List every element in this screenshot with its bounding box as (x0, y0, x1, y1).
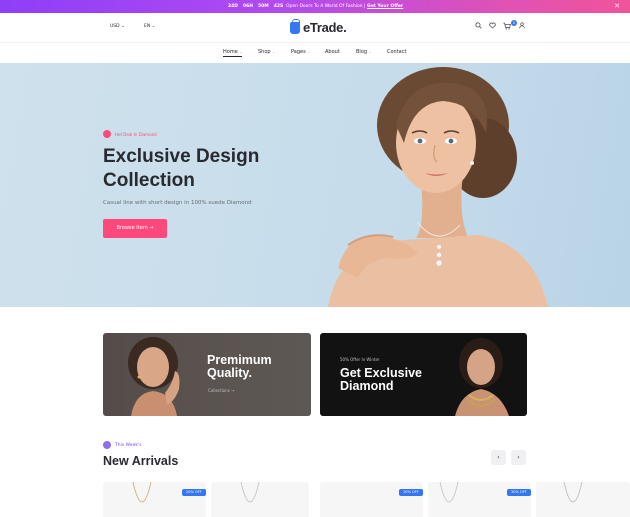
arrivals-title: New Arrivals (103, 454, 179, 468)
prev-arrow-button[interactable]: ‹ (491, 450, 506, 465)
arrivals-kicker: This Week's (103, 441, 142, 449)
chevron-down-icon: ⌄ (368, 50, 372, 54)
close-icon[interactable]: ✕ (614, 2, 620, 10)
countdown-seconds: 42S (273, 4, 284, 9)
shopping-bag-logo-icon (290, 18, 300, 34)
currency-value: USD (110, 24, 120, 29)
browse-item-button[interactable]: Browse Item → (103, 219, 167, 238)
nav-item-label: Shop (258, 49, 271, 55)
logo-text: eTrade. (303, 20, 347, 35)
necklace-image (240, 482, 260, 503)
hero-subtitle: Casual line with short design in 100% su… (103, 200, 252, 206)
card-model-image (455, 338, 509, 416)
currency-select[interactable]: USD ⌄ (110, 24, 125, 29)
countdown-timer: 24D 06H 50M 42S (228, 4, 283, 9)
product-card[interactable]: 30% OFF (428, 482, 531, 517)
user-icon[interactable] (519, 22, 525, 31)
exclusive-diamond-card[interactable]: 50% Offer In Winter Get Exclusive Diamon… (320, 333, 527, 416)
nav-item-label: Home (223, 49, 238, 55)
promo-text: Open Doors To A World Of Fashion (286, 4, 363, 9)
cart-count-badge: 0 (511, 20, 517, 26)
nav-item-pages[interactable]: Pages ⌄ (291, 49, 310, 55)
hero-model-image (328, 67, 548, 307)
search-icon[interactable] (475, 22, 482, 31)
card-title-line1: Get Exclusive (340, 366, 422, 380)
language-value: EN (144, 24, 151, 29)
card-title: Get Exclusive Diamond (340, 367, 422, 393)
promo-bar: 24D 06H 50M 42S Open Doors To A World Of… (0, 0, 630, 13)
necklace-image (563, 482, 583, 503)
hero-kicker: Hot Deal In Diamond (103, 130, 157, 138)
collections-link[interactable]: Collections → (208, 388, 235, 393)
card-title-line1: Premimum (207, 353, 272, 367)
discount-badge: 10% OFF (399, 489, 423, 496)
discount-badge: 30% OFF (507, 489, 531, 496)
hero-title: Exclusive Design Collection (103, 145, 323, 193)
promo-message: Open Doors To A World Of Fashion | Get Y… (286, 4, 403, 9)
countdown-days: 24D (228, 4, 238, 9)
product-card[interactable]: 20% OFF (103, 482, 206, 517)
necklace-image (439, 482, 459, 503)
nav-item-blog[interactable]: Blog ⌄ (356, 49, 372, 55)
heart-icon[interactable] (489, 22, 496, 31)
hero-banner: Hot Deal In Diamond Exclusive Design Col… (0, 63, 630, 307)
countdown-minutes: 50M (258, 4, 269, 9)
product-card[interactable] (536, 482, 630, 517)
nav-item-about[interactable]: About (325, 49, 340, 55)
nav-item-label: Pages (291, 49, 306, 55)
necklace-image (132, 482, 152, 503)
card-title-line2: Diamond (340, 379, 394, 393)
chevron-down-icon: ⌄ (151, 24, 156, 29)
main-nav: Home ⌄ Shop ⌄ Pages ⌄ About Blog ⌄ Conta… (0, 44, 630, 63)
site-logo[interactable]: eTrade. (290, 18, 347, 35)
nav-item-label: About (325, 49, 340, 55)
nav-item-label: Contact (387, 49, 407, 55)
card-kicker: 50% Offer In Winter (340, 357, 380, 362)
hero-kicker-text: Hot Deal In Diamond (115, 131, 157, 137)
shopping-bag-icon (103, 441, 111, 449)
chevron-down-icon: ⌄ (239, 50, 243, 54)
countdown-hours: 06H (243, 4, 254, 9)
nav-item-home[interactable]: Home ⌄ (223, 49, 243, 57)
hero-title-line2: Collection (103, 170, 195, 191)
product-card[interactable] (211, 482, 309, 517)
arrivals-kicker-text: This Week's (115, 442, 142, 448)
promo-separator: | (364, 4, 366, 9)
chevron-down-icon: ⌄ (272, 50, 276, 54)
product-card[interactable]: 10% OFF (320, 482, 423, 517)
chevron-down-icon: ⌄ (307, 50, 311, 54)
promo-offer-link[interactable]: Get Your Offer (367, 4, 403, 9)
nav-item-contact[interactable]: Contact (387, 49, 406, 55)
nav-item-label: Blog (356, 49, 368, 55)
site-header: USD ⌄ EN ⌄ eTrade. 0 (0, 13, 630, 43)
fire-icon (103, 130, 111, 138)
card-model-image (128, 337, 180, 416)
card-title: Premimum Quality. (207, 354, 272, 380)
premium-quality-card[interactable]: Premimum Quality. Collections → (103, 333, 311, 416)
chevron-down-icon: ⌄ (121, 24, 125, 29)
hero-title-line1: Exclusive Design (103, 146, 260, 167)
nav-item-shop[interactable]: Shop ⌄ (258, 49, 275, 55)
language-select[interactable]: EN ⌄ (144, 24, 155, 29)
next-arrow-button[interactable]: › (511, 450, 526, 465)
discount-badge: 20% OFF (182, 489, 206, 496)
cart-icon[interactable] (503, 22, 511, 32)
card-title-line2: Quality. (207, 366, 252, 380)
